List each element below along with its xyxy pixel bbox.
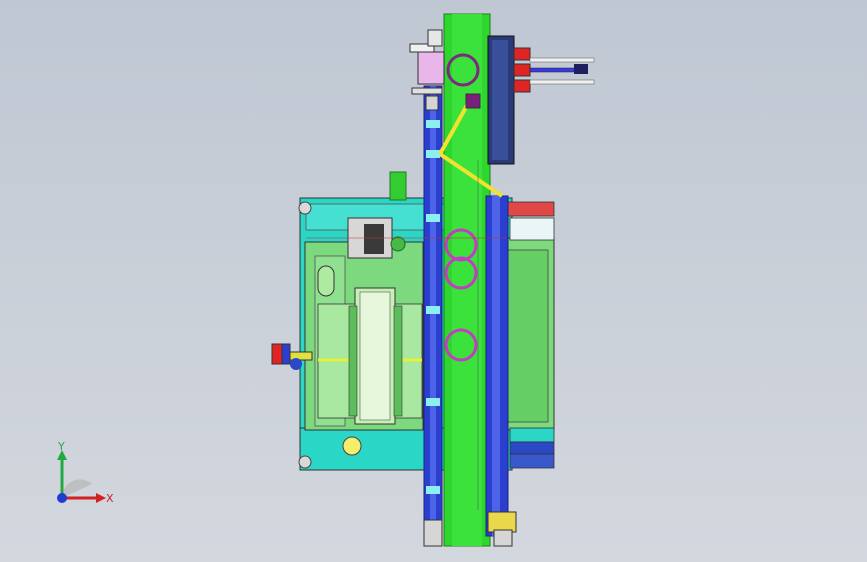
- cad-viewport[interactable]: Y X: [0, 0, 867, 562]
- mold-assembly-drawing: [271, 13, 595, 547]
- top-cylinder: [389, 171, 407, 201]
- slide-panel: [348, 287, 403, 425]
- top-right-actuator: [487, 35, 595, 165]
- coordinate-triad: Y X: [57, 440, 114, 505]
- z-axis-dot: [57, 493, 67, 503]
- x-axis-label: X: [106, 492, 114, 505]
- triad-plane: [61, 479, 92, 498]
- y-axis-label: Y: [57, 440, 65, 453]
- x-axis-head: [96, 493, 106, 503]
